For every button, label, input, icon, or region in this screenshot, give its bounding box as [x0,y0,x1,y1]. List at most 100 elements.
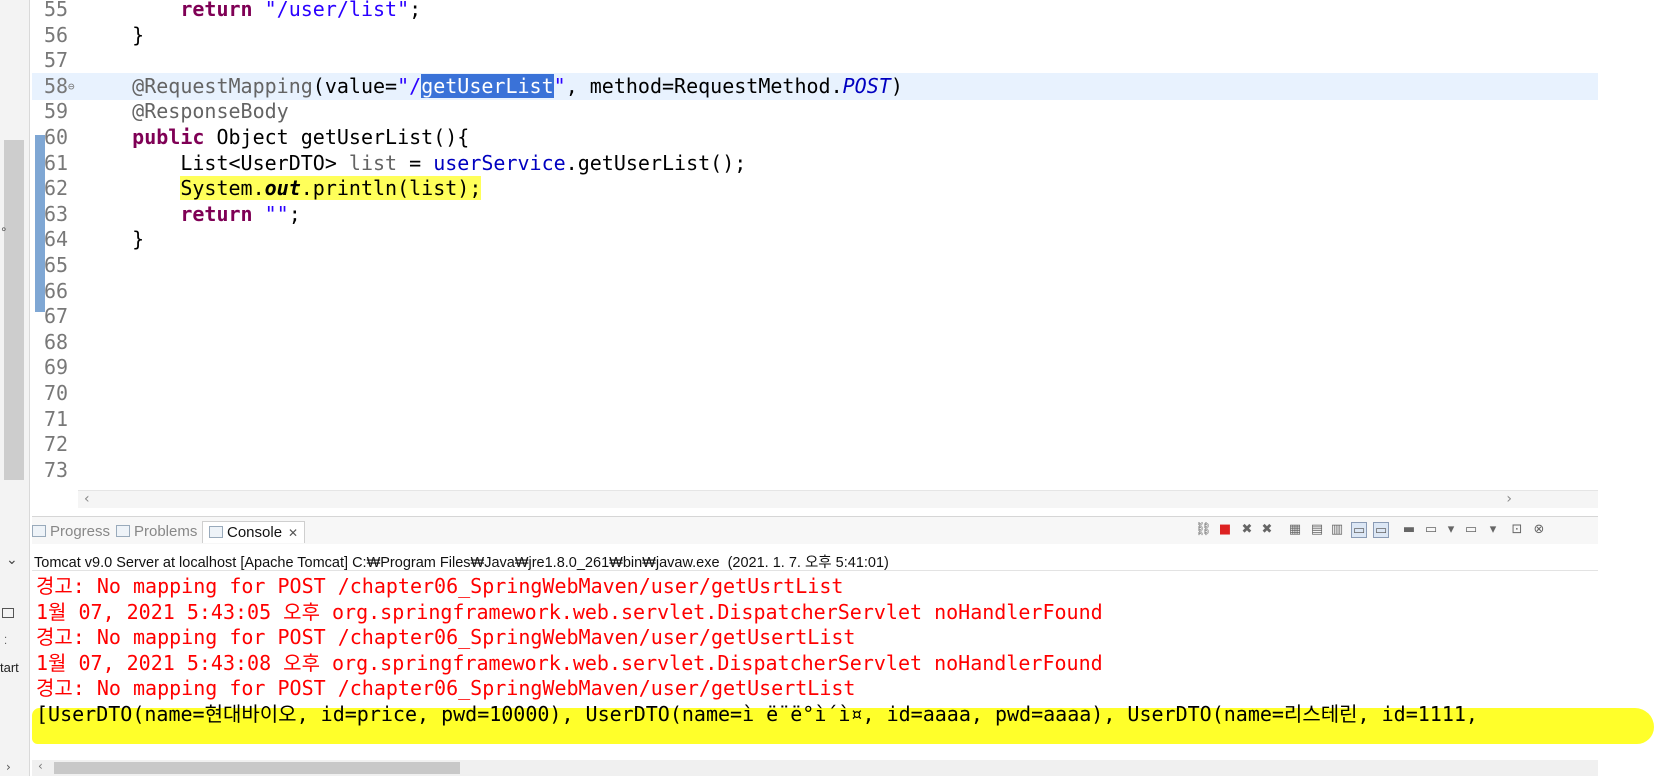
line-number: 73 [44,457,69,482]
tab-progress[interactable]: Progress [32,521,110,543]
remove-launch-icon[interactable]: ⛓ [1195,522,1212,538]
line-number: 71 [44,406,69,431]
console-line: 1월 07, 2021 5:43:05 오후 org.springframewo… [36,599,1103,624]
fold-collapse-icon[interactable]: ⊖ [68,73,75,100]
scroll-left-icon[interactable]: ‹ [38,759,43,773]
maximize-icon[interactable]: ⊗ [1531,522,1547,538]
remove-all-terminated-icon[interactable]: ✖ [1239,522,1255,538]
remove-all-icon[interactable]: ✖ [1259,522,1275,538]
code-text[interactable]: } [84,22,144,49]
word-wrap-icon[interactable]: ▥ [1329,522,1345,538]
show-stderr-icon[interactable]: ▭ [1373,522,1389,538]
line-number: 63 [44,201,69,226]
left-scrollbar-thumb[interactable] [4,140,24,480]
scroll-right-icon[interactable]: › [1506,491,1512,507]
code-line[interactable]: 57 [32,47,1598,74]
code-token: "/user/list" [264,0,410,21]
code-line[interactable]: 63 return ""; [32,201,1598,228]
code-line[interactable]: 73 [32,457,1598,484]
code-line[interactable]: 65 [32,252,1598,279]
open-console-icon[interactable]: ▭ [1463,522,1479,538]
code-token: out [264,176,301,201]
line-number: 65 [44,253,69,277]
code-line[interactable]: 59 @ResponseBody [32,98,1598,125]
line-number: 59 [44,99,69,124]
show-stdout-icon[interactable]: ▭ [1351,522,1367,538]
line-number: 67 [44,304,69,329]
code-token: list [348,150,398,175]
code-line[interactable]: 70 [32,380,1598,407]
scroll-lock-icon[interactable]: ▤ [1309,522,1325,538]
display-console-icon[interactable]: ▭ [1423,522,1439,538]
code-line[interactable]: 72 [32,431,1598,458]
code-token: .println(list); [300,176,482,201]
code-token: ; [409,0,422,21]
console-line: 1월 07, 2021 5:43:08 오후 org.springframewo… [36,650,1103,675]
chevron-down-icon[interactable]: ⌄ [6,552,18,568]
code-line[interactable]: 66 [32,278,1598,305]
scrollbar-thumb[interactable] [54,762,460,774]
code-text[interactable]: @ResponseBody [84,98,289,125]
code-token: return [180,0,253,21]
line-number: 57 [44,48,69,73]
code-line[interactable]: 68 [32,329,1598,356]
drag-handle-icon[interactable]: · · [4,634,7,650]
code-text[interactable]: return "/user/list"; [84,0,421,23]
code-token: , method=RequestMethod. [565,73,843,98]
line-number: 64 [44,227,69,252]
code-text[interactable]: } [84,226,144,253]
terminate-icon[interactable]: ■ [1217,522,1233,538]
minimize-icon[interactable] [2,608,14,618]
code-text[interactable]: @RequestMapping(value="/getUserList", me… [84,73,903,100]
tab-problems[interactable]: Problems [116,521,197,543]
tab-console[interactable]: Console ✕ [202,521,306,543]
code-text[interactable]: List<UserDTO> list = userService.getUser… [84,150,746,177]
code-token: @RequestMapping [132,73,313,98]
code-line[interactable]: 58 ⊖ @RequestMapping(value="/getUserList"… [32,72,1598,100]
code-line[interactable]: 61 List<UserDTO> list = userService.getU… [32,150,1598,177]
line-number: 56 [44,22,69,47]
line-number: 55 [44,0,69,21]
code-line[interactable]: 55 return "/user/list"; [32,0,1598,23]
code-line[interactable]: 56 } [32,22,1598,49]
code-line[interactable]: 60 public Object getUserList(){ [32,124,1598,151]
code-token: List<UserDTO> [84,150,349,175]
close-icon[interactable]: ✕ [288,526,298,540]
progress-icon [32,525,46,537]
java-editor[interactable]: 55 return "/user/list"; 56 } 57 58 ⊖ @Reques… [32,0,1598,512]
line-number: 61 [44,150,69,175]
tab-label: Problems [134,523,198,540]
code-token: Object getUserList(){ [204,125,470,149]
line-number: 72 [44,432,69,457]
code-line[interactable]: 67 [32,303,1598,330]
scroll-left-icon[interactable]: ‹ [84,491,90,507]
code-text[interactable]: return ""; [84,201,300,228]
pin-console-icon[interactable]: ▬ [1401,522,1417,538]
console-line: [UserDTO(name=현대바이오, id=price, pwd=10000… [36,702,1478,726]
tab-label: Progress [50,523,111,540]
line-number: 66 [44,278,69,303]
clear-console-icon[interactable]: ▦ [1287,522,1303,538]
code-text[interactable]: public Object getUserList(){ [84,124,469,151]
minimize-icon[interactable]: ⊡ [1509,522,1525,538]
chevron-right-icon[interactable]: › [6,760,11,774]
line-number: 69 [44,355,69,380]
code-line[interactable]: 69 [32,354,1598,381]
code-token: .getUserList(); [565,150,747,175]
code-line[interactable]: 64 } [32,226,1598,253]
divider [32,570,1598,571]
editor-horizontal-scrollbar[interactable]: ‹ › [78,490,1598,508]
problems-icon [116,525,130,537]
code-line[interactable]: 62 System.out.println(list); [32,175,1598,202]
open-console-dropdown-icon[interactable]: ▾ [1485,522,1501,538]
code-line[interactable]: 71 [32,406,1598,433]
line-number: 70 [44,381,69,405]
code-token: getUserList [421,73,554,98]
console-horizontal-scrollbar[interactable]: ‹ [32,759,1598,776]
code-text[interactable]: System.out.println(list); [84,175,482,202]
display-console-dropdown-icon[interactable]: ▾ [1443,522,1459,538]
console-icon [209,526,223,538]
